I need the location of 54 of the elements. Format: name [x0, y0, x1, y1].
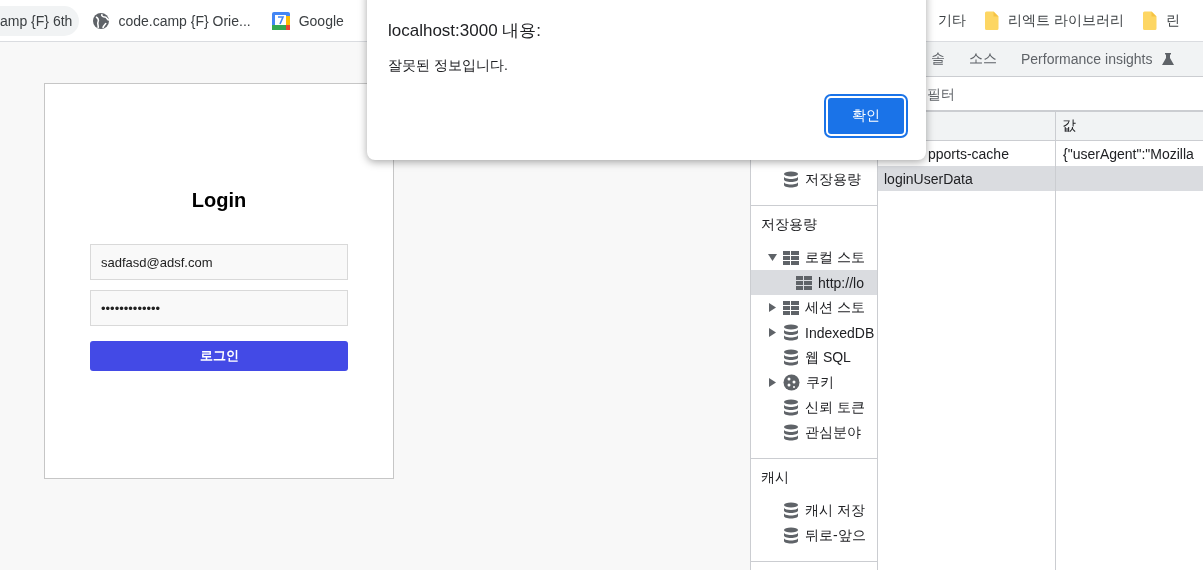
triangle-down-icon — [768, 254, 777, 261]
sidebar-item[interactable]: 웹 SQL — [751, 345, 877, 370]
bookmark[interactable]: 기타 — [931, 5, 973, 36]
table-row[interactable]: loginUserData — [878, 166, 1203, 191]
sidebar-item[interactable]: 쿠키 — [751, 370, 877, 395]
bookmark[interactable]: 린 — [1134, 5, 1180, 36]
globe-icon — [92, 11, 111, 30]
login-title: Login — [191, 189, 247, 212]
password-field[interactable]: ••••••••••••• — [90, 290, 348, 326]
grid-icon — [783, 250, 799, 265]
table-cell: pports-cache — [928, 145, 1009, 162]
folder-icon — [984, 10, 1000, 31]
table-cell: {"userAgent":"Mozilla — [1063, 145, 1194, 162]
database-icon — [783, 324, 799, 341]
email-field[interactable]: sadfasd@adsf.com — [90, 244, 348, 280]
bookmark[interactable]: code.camp {F} Orie... — [85, 5, 258, 36]
dialog-message: 잘못된 정보입니다. — [388, 57, 509, 75]
devtools-tab[interactable]: 소스 — [959, 42, 1007, 76]
sidebar-item[interactable]: 캐시 저장 — [751, 498, 877, 523]
bookmark[interactable]: amp {F} 6th — [0, 5, 80, 36]
grid-icon — [783, 300, 799, 315]
cookie-icon — [783, 374, 800, 391]
sidebar-item[interactable]: 뒤로-앞으 — [751, 523, 877, 548]
dialog-title: localhost:3000 내용: — [388, 20, 543, 42]
devtools-tab[interactable]: Performance insights — [1011, 42, 1185, 76]
bookmark[interactable]: Google — [263, 5, 351, 36]
database-icon — [783, 502, 799, 519]
ok-button[interactable]: 확인 — [826, 96, 906, 136]
grid-icon — [796, 275, 812, 290]
database-icon — [783, 349, 799, 366]
sidebar-item[interactable]: 로컬 스토 — [751, 245, 877, 270]
calendar-icon — [270, 10, 291, 31]
sidebar-item[interactable]: 세션 스토 — [751, 295, 877, 320]
table-cell: loginUserData — [884, 170, 973, 187]
sidebar-item[interactable]: 관심분야 — [751, 420, 877, 445]
column-header[interactable]: 값 — [1062, 117, 1076, 133]
triangle-right-icon — [769, 328, 776, 337]
bookmark[interactable]: 리엑트 라이브러리 — [977, 5, 1131, 36]
folder-icon — [1141, 10, 1158, 31]
triangle-right-icon — [769, 303, 776, 312]
sidebar-item[interactable]: IndexedDB — [751, 320, 877, 345]
database-icon — [783, 527, 799, 544]
section-header: 저장용량 — [760, 215, 818, 234]
triangle-right-icon — [769, 378, 776, 387]
filter-field[interactable]: 필터 — [927, 85, 1127, 102]
flask-icon — [1160, 52, 1175, 66]
section-header: 캐시 — [760, 468, 790, 487]
database-icon — [783, 171, 799, 188]
database-icon — [783, 424, 799, 441]
sidebar-item[interactable]: http://lo — [751, 270, 877, 295]
sidebar-item[interactable]: 저장용량 — [751, 167, 877, 192]
database-icon — [783, 399, 799, 416]
sidebar-item[interactable]: 신뢰 토큰 — [751, 395, 877, 420]
login-button[interactable]: 로그인 — [90, 341, 348, 371]
